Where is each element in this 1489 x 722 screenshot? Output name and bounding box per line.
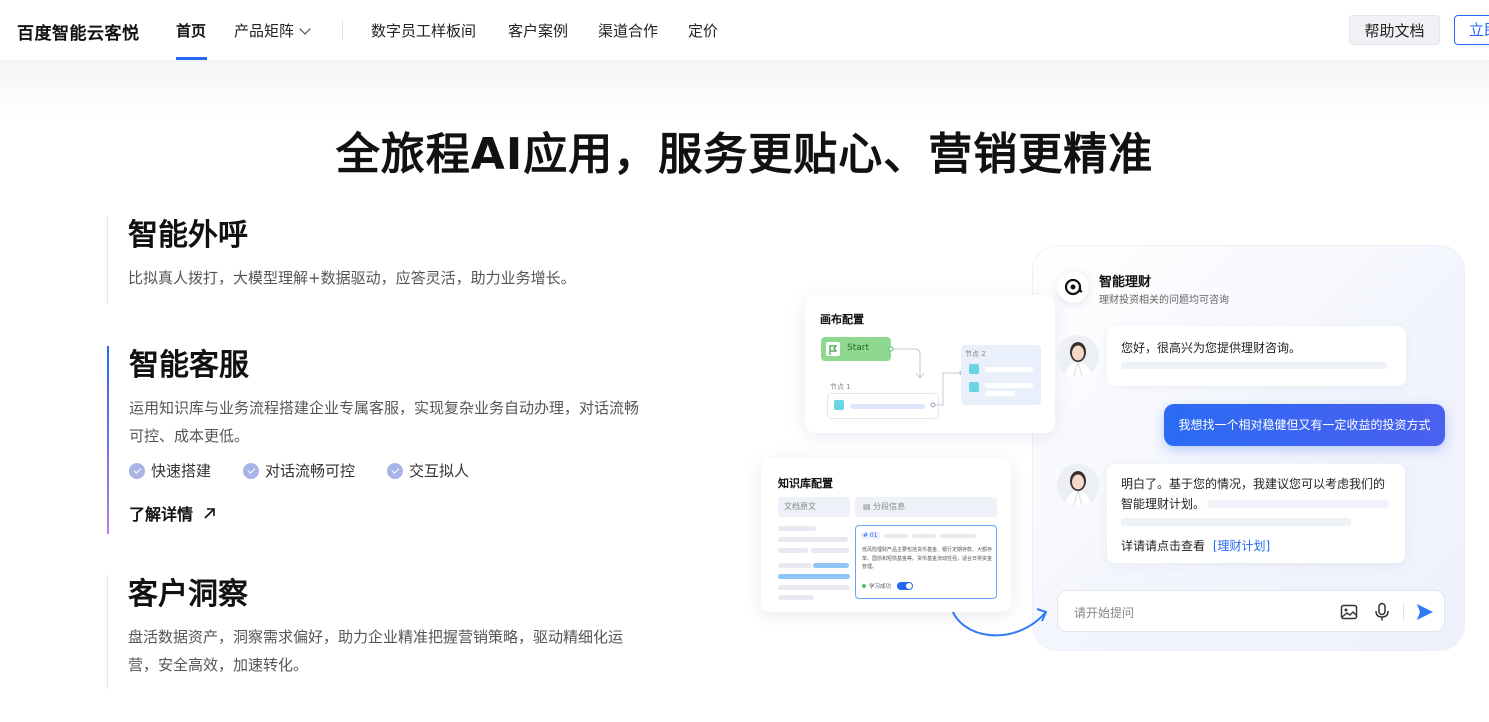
- canvas-config-card: 画布配置 Start 节点 1 节点 2: [805, 295, 1055, 433]
- feature-customer-insight[interactable]: 客户洞察 盘活数据资产，洞察需求偏好，助力企业精准把握营销策略，驱动精细化运营，…: [107, 575, 648, 689]
- status-dot-icon: [862, 584, 866, 588]
- text-line: [778, 595, 814, 600]
- feature-tags: 快速搭建 对话流畅可控 交互拟人: [129, 460, 649, 481]
- knowledge-base-card: 知识库配置 文档原文 ▤ 分段信息 # 01 低风险理财产品主要包括货币基金、银…: [761, 458, 1011, 612]
- nav-cases[interactable]: 客户案例: [508, 20, 568, 41]
- feature-tag: 快速搭建: [129, 460, 211, 481]
- nav-products-label: 产品矩阵: [234, 22, 295, 40]
- text-line-highlight: [813, 563, 849, 568]
- chevron-down-icon: [299, 23, 311, 35]
- feature-tag: 交互拟人: [387, 460, 469, 481]
- feature-tag: 对话流畅可控: [243, 460, 355, 481]
- image-upload-icon[interactable]: [1340, 603, 1358, 621]
- microphone-icon[interactable]: [1373, 602, 1391, 622]
- node2-label: 节点 2: [965, 350, 986, 358]
- nav-pricing[interactable]: 定价: [688, 20, 718, 41]
- text-line: [778, 585, 850, 590]
- segment-text: 低风险理财产品主要包括货币基金、银行定期存款、大额存单、国债和短债基金等。货币基…: [862, 547, 993, 570]
- tag-label: 对话流畅可控: [265, 462, 356, 480]
- help-docs-button[interactable]: 帮助文档: [1349, 15, 1440, 45]
- text-line: [778, 537, 848, 542]
- bot-avatar: [1057, 464, 1099, 506]
- send-icon[interactable]: [1415, 602, 1435, 622]
- arrow-up-right-icon: [204, 507, 215, 519]
- nav-home[interactable]: 首页: [176, 20, 206, 41]
- chat-input-box[interactable]: 请开始提问: [1057, 590, 1445, 632]
- feature-desc: 盘活数据资产，洞察需求偏好，助力企业精准把握营销策略，驱动精细化运营，安全高效，…: [128, 628, 624, 674]
- nav-products[interactable]: 产品矩阵: [234, 20, 311, 41]
- tag-label: 交互拟人: [409, 462, 470, 480]
- bot-message-text: 明白了。基于您的情况，我建议您可以考虑我们的智能理财计划。: [1121, 477, 1386, 511]
- node1-box: [827, 393, 939, 419]
- input-divider: [1403, 602, 1404, 622]
- text-line: [850, 404, 925, 409]
- text-line-highlight: [778, 574, 850, 579]
- text-line: [912, 534, 936, 538]
- try-now-button[interactable]: 立即: [1454, 15, 1489, 45]
- text-line: [811, 548, 849, 553]
- tag-label: 快速搭建: [151, 462, 212, 480]
- node-icon: [969, 364, 979, 374]
- node2-box: 节点 2: [961, 345, 1041, 405]
- check-circle-icon: [243, 462, 260, 479]
- tab-segment-info: ▤ 分段信息: [855, 497, 997, 517]
- toggle-switch[interactable]: [897, 582, 914, 590]
- nav-digital-staff[interactable]: 数字员工样板间: [371, 20, 476, 41]
- tab-label: 分段信息: [873, 502, 906, 511]
- text-line: [778, 563, 812, 568]
- text-line: [985, 383, 1033, 388]
- text-line: [1121, 362, 1387, 369]
- card-title: 知识库配置: [778, 477, 833, 490]
- check-circle-icon: [129, 462, 145, 479]
- bot-avatar: [1057, 335, 1099, 377]
- nav-active-indicator: [176, 57, 207, 60]
- user-message: 我想找一个相对稳健但又有一定收益的投资方式: [1164, 404, 1445, 446]
- chat-input-placeholder: 请开始提问: [1074, 606, 1135, 620]
- tab-original-doc: 文档原文: [778, 497, 850, 517]
- detail-prefix: 详请请点击查看: [1121, 539, 1206, 553]
- text-line: [778, 526, 816, 531]
- learn-more-link[interactable]: 了解详情: [129, 501, 649, 525]
- feature-title: 客户洞察: [128, 577, 248, 612]
- hero-background: [0, 61, 1489, 121]
- top-navbar: 百度智能云客悦 首页 产品矩阵 数字员工样板间 客户案例 渠道合作 定价 帮助文…: [0, 0, 1489, 61]
- learn-more-label: 了解详情: [129, 505, 194, 524]
- text-line: [985, 391, 1015, 396]
- node1-label: 节点 1: [830, 383, 851, 391]
- bot-message-text: 您好，很高兴为您提供理财咨询。: [1121, 341, 1302, 355]
- nav-divider: [342, 20, 343, 40]
- brand-logo[interactable]: 百度智能云客悦: [17, 19, 140, 44]
- nav-channel[interactable]: 渠道合作: [598, 20, 658, 41]
- chat-subtitle: 理财投资相关的问题均可咨询: [1099, 295, 1229, 306]
- node-icon: [969, 382, 979, 392]
- feature-title: 智能客服: [129, 348, 249, 383]
- detail-line: 详请请点击查看 [理财计划]: [1121, 537, 1270, 554]
- bot-message: 您好，很高兴为您提供理财咨询。: [1107, 326, 1406, 386]
- status-label: 学习成功: [869, 584, 892, 590]
- chat-logo-icon: [1057, 271, 1089, 303]
- feature-desc: 比拟真人拨打，大模型理解+数据驱动，应答灵活，助力业务增长。: [128, 269, 576, 287]
- text-line: [985, 367, 1033, 372]
- text-line: [940, 534, 976, 538]
- check-circle-icon: [387, 462, 404, 479]
- segment-box: # 01 低风险理财产品主要包括货币基金、银行定期存款、大额存单、国债和短债基金…: [855, 525, 997, 599]
- learn-status: 学习成功: [862, 582, 914, 590]
- chat-title: 智能理财: [1099, 275, 1152, 290]
- feature-outbound-call[interactable]: 智能外呼 比拟真人拨打，大模型理解+数据驱动，应答灵活，助力业务增长。: [107, 216, 648, 304]
- feature-customer-service[interactable]: 智能客服 运用知识库与业务流程搭建企业专属客服，实现复杂业务自动办理，对话流畅可…: [107, 346, 649, 534]
- text-line: [1121, 518, 1351, 526]
- feature-desc: 运用知识库与业务流程搭建企业专属客服，实现复杂业务自动办理，对话流畅可控、成本更…: [129, 399, 640, 445]
- plan-link[interactable]: [理财计划]: [1213, 539, 1270, 553]
- text-line: [1207, 500, 1389, 508]
- segment-id: # 01: [861, 532, 880, 539]
- text-line: [778, 548, 808, 553]
- list-icon: ▤: [863, 502, 874, 511]
- hero-headline: 全旅程AI应用，服务更贴心、营销更精准: [335, 129, 1154, 180]
- text-line: [884, 534, 908, 538]
- feature-title: 智能外呼: [128, 218, 248, 253]
- bot-message: 明白了。基于您的情况，我建议您可以考虑我们的智能理财计划。 详请请点击查看 [理…: [1107, 464, 1405, 563]
- node-icon: [834, 400, 844, 410]
